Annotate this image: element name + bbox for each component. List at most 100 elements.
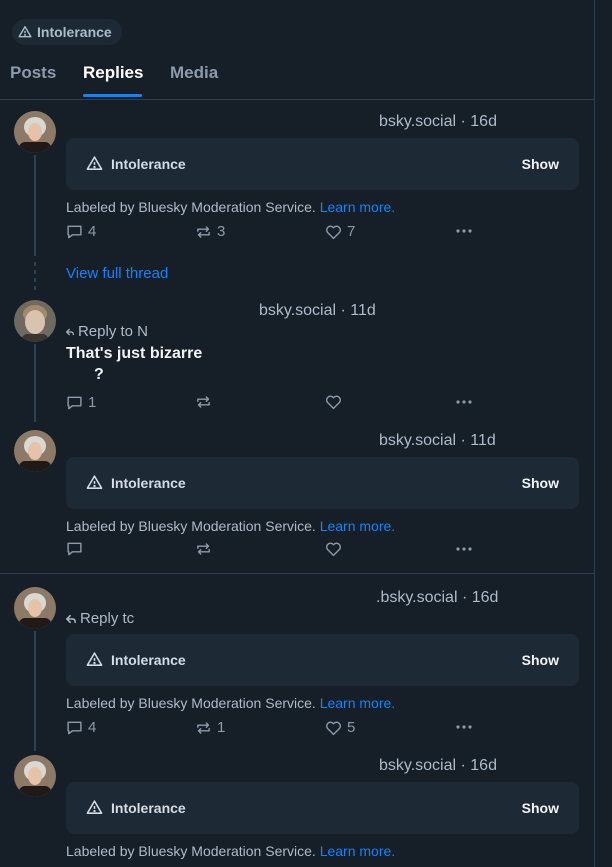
labeled-by-text: Labeled by Bluesky Moderation Service. L… [66,843,395,859]
more-options-button[interactable] [455,541,473,557]
moderation-label: Intolerance [111,156,186,172]
show-button[interactable]: Show [522,475,559,491]
moderation-warning: Intolerance Show [66,138,579,190]
moderation-label: Intolerance [111,652,186,668]
heart-icon [326,542,341,557]
avatar[interactable] [14,755,56,797]
thread-line [34,344,36,422]
more-icon [456,725,472,729]
avatar[interactable] [14,300,56,342]
moderation-label: Intolerance [111,800,186,816]
reply-count: 1 [88,394,97,411]
labeled-by-text: Labeled by Bluesky Moderation Service. L… [66,695,395,711]
reply-button[interactable]: 1 [66,394,96,411]
reply-count: 4 [88,719,97,736]
tab-posts[interactable]: Posts [10,63,56,83]
profile-tabs: Posts Replies Media [0,58,594,100]
repost-button[interactable] [195,394,212,410]
labeled-by-text: Labeled by Bluesky Moderation Service. L… [66,518,395,534]
tab-media[interactable]: Media [170,63,218,83]
moderation-warning: Intolerance Show [66,782,579,834]
like-button[interactable]: 7 [325,223,355,240]
labeled-by: Labeled by Bluesky Moderation Service. [66,518,316,534]
thread-line [34,631,36,751]
post-handle-time[interactable]: bsky.social · 16d [379,757,497,775]
moderation-label: Intolerance [111,475,186,491]
reply-to-indicator[interactable]: Reply tc [66,610,136,627]
like-count: 7 [347,223,356,240]
labeled-by: Labeled by Bluesky Moderation Service. [66,199,316,215]
more-icon [456,229,472,233]
feed-divider [0,573,594,574]
like-button[interactable] [325,541,342,557]
moderation-warning: Intolerance Show [66,457,579,509]
reply-button[interactable]: 4 [66,223,96,240]
heart-icon [326,721,341,735]
reply-icon [67,721,82,734]
repost-button[interactable] [195,541,212,557]
reply-count: 4 [88,223,97,240]
reply-button[interactable]: 4 [66,719,96,736]
reply-icon [67,542,82,556]
heart-icon [326,225,341,239]
learn-more-link[interactable]: Learn more. [320,518,395,534]
page-right-border [594,0,595,867]
post-handle-time[interactable]: bsky.social · 16d [379,113,497,131]
post-handle-time[interactable]: .bsky.social · 16d [376,589,498,607]
like-button[interactable]: 5 [325,719,355,736]
show-button[interactable]: Show [522,652,559,668]
labeled-by: Labeled by Bluesky Moderation Service. [66,695,316,711]
repost-button[interactable]: 1 [195,719,225,736]
labeled-by-text: Labeled by Bluesky Moderation Service. L… [66,199,395,215]
like-count: 5 [347,719,356,736]
repost-icon [197,543,210,555]
reply-to-text: Reply to N [77,323,148,340]
reply-to-text: Reply tc [80,610,135,627]
more-icon [456,547,472,551]
repost-button[interactable]: 3 [195,223,225,240]
thread-line [34,155,36,256]
post-text: That's just bizarre [66,345,203,362]
post-handle-time[interactable]: bsky.social · 11d [379,432,496,450]
warning-icon [86,156,103,170]
repost-count: 3 [217,223,226,240]
post-text-continued: ? [94,366,104,383]
active-tab-indicator [83,94,142,97]
repost-icon [197,396,210,408]
show-button[interactable]: Show [522,800,559,816]
heart-icon [326,395,341,410]
learn-more-link[interactable]: Learn more. [320,843,395,859]
reply-arrow-icon [66,614,76,623]
learn-more-link[interactable]: Learn more. [320,199,395,215]
reply-icon [67,396,82,409]
post-handle-time[interactable]: bsky.social · 11d [259,302,376,320]
more-icon [456,400,472,404]
moderation-warning: Intolerance Show [66,634,579,686]
tab-replies[interactable]: Replies [83,63,143,83]
show-button[interactable]: Show [522,156,559,172]
repost-icon [197,721,210,734]
avatar[interactable] [14,587,56,629]
more-options-button[interactable] [455,719,473,735]
reply-to-indicator[interactable]: Reply to N [66,323,148,340]
reply-arrow-icon [66,328,74,335]
view-full-thread-link[interactable]: View full thread [66,265,168,282]
warning-icon [86,652,103,666]
warning-icon [86,800,103,814]
labeled-by: Labeled by Bluesky Moderation Service. [66,843,316,859]
warning-icon [86,475,103,489]
reply-button[interactable] [66,541,83,557]
learn-more-link[interactable]: Learn more. [320,695,395,711]
more-options-button[interactable] [455,394,473,410]
more-options-button[interactable] [455,223,473,239]
avatar[interactable] [14,111,56,153]
repost-count: 1 [217,719,226,736]
thread-gap-dots [34,262,36,292]
avatar[interactable] [14,430,56,472]
like-button[interactable] [325,394,342,410]
reply-icon [67,225,82,238]
label-pill-text: Intolerance [37,24,112,40]
label-pill[interactable]: Intolerance [12,19,122,45]
repost-icon [197,225,210,238]
warning-icon [18,26,32,38]
